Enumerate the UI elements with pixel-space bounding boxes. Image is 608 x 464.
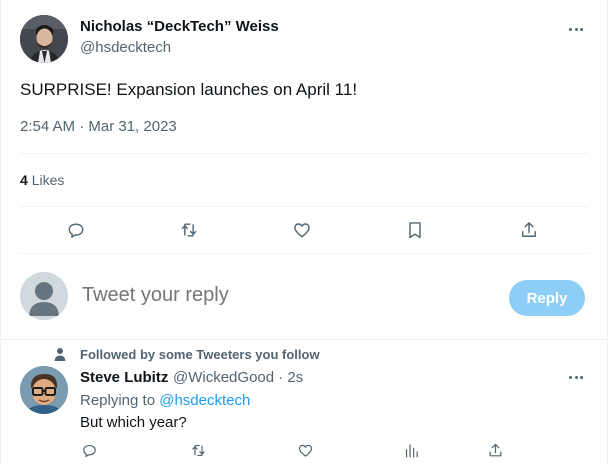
like-icon[interactable] <box>285 213 319 247</box>
tweet-text: SURPRISE! Expansion launches on April 11… <box>20 80 358 99</box>
share-icon[interactable] <box>512 213 546 247</box>
likes-count: 4 <box>20 172 28 188</box>
reply-icon[interactable] <box>77 442 101 464</box>
views-icon[interactable] <box>399 442 423 464</box>
author-name[interactable]: Nicholas “DeckTech” Weiss <box>80 18 279 35</box>
reply-author-handle[interactable]: @WickedGood · 2s <box>173 369 303 386</box>
person-icon <box>54 348 66 361</box>
retweet-icon[interactable] <box>186 442 210 464</box>
author-handle[interactable]: @hsdecktech <box>80 39 171 56</box>
reply-icon[interactable] <box>59 213 93 247</box>
divider <box>20 153 588 154</box>
own-avatar[interactable] <box>20 272 68 320</box>
reply-more-options-icon[interactable] <box>564 367 588 387</box>
reply-input[interactable] <box>82 284 482 307</box>
reply-button[interactable]: Reply <box>509 280 585 316</box>
like-icon[interactable] <box>293 442 317 464</box>
retweet-icon[interactable] <box>172 213 206 247</box>
section-divider <box>1 339 607 340</box>
replying-to-line: Replying to @hsdecktech <box>80 392 250 409</box>
author-avatar[interactable] <box>20 15 68 63</box>
likes-stat[interactable]: 4 Likes <box>20 172 64 188</box>
likes-label: Likes <box>31 172 65 188</box>
social-context: Followed by some Tweeters you follow <box>80 347 320 362</box>
reply-author-avatar[interactable] <box>20 366 68 414</box>
share-icon[interactable] <box>483 442 507 464</box>
bookmark-icon[interactable] <box>398 213 432 247</box>
tweet-detail-view: Nicholas “DeckTech” Weiss @hsdecktech SU… <box>0 0 608 464</box>
divider <box>20 206 588 207</box>
tweet-timestamp[interactable]: 2:54 AM · Mar 31, 2023 <box>20 118 177 135</box>
replying-to-prefix: Replying to <box>80 392 160 409</box>
replying-to-link[interactable]: @hsdecktech <box>159 392 250 409</box>
reply-text: But which year? <box>80 414 187 431</box>
divider <box>20 253 588 254</box>
reply-author-name[interactable]: Steve Lubitz <box>80 369 168 386</box>
more-options-icon[interactable] <box>564 19 588 39</box>
